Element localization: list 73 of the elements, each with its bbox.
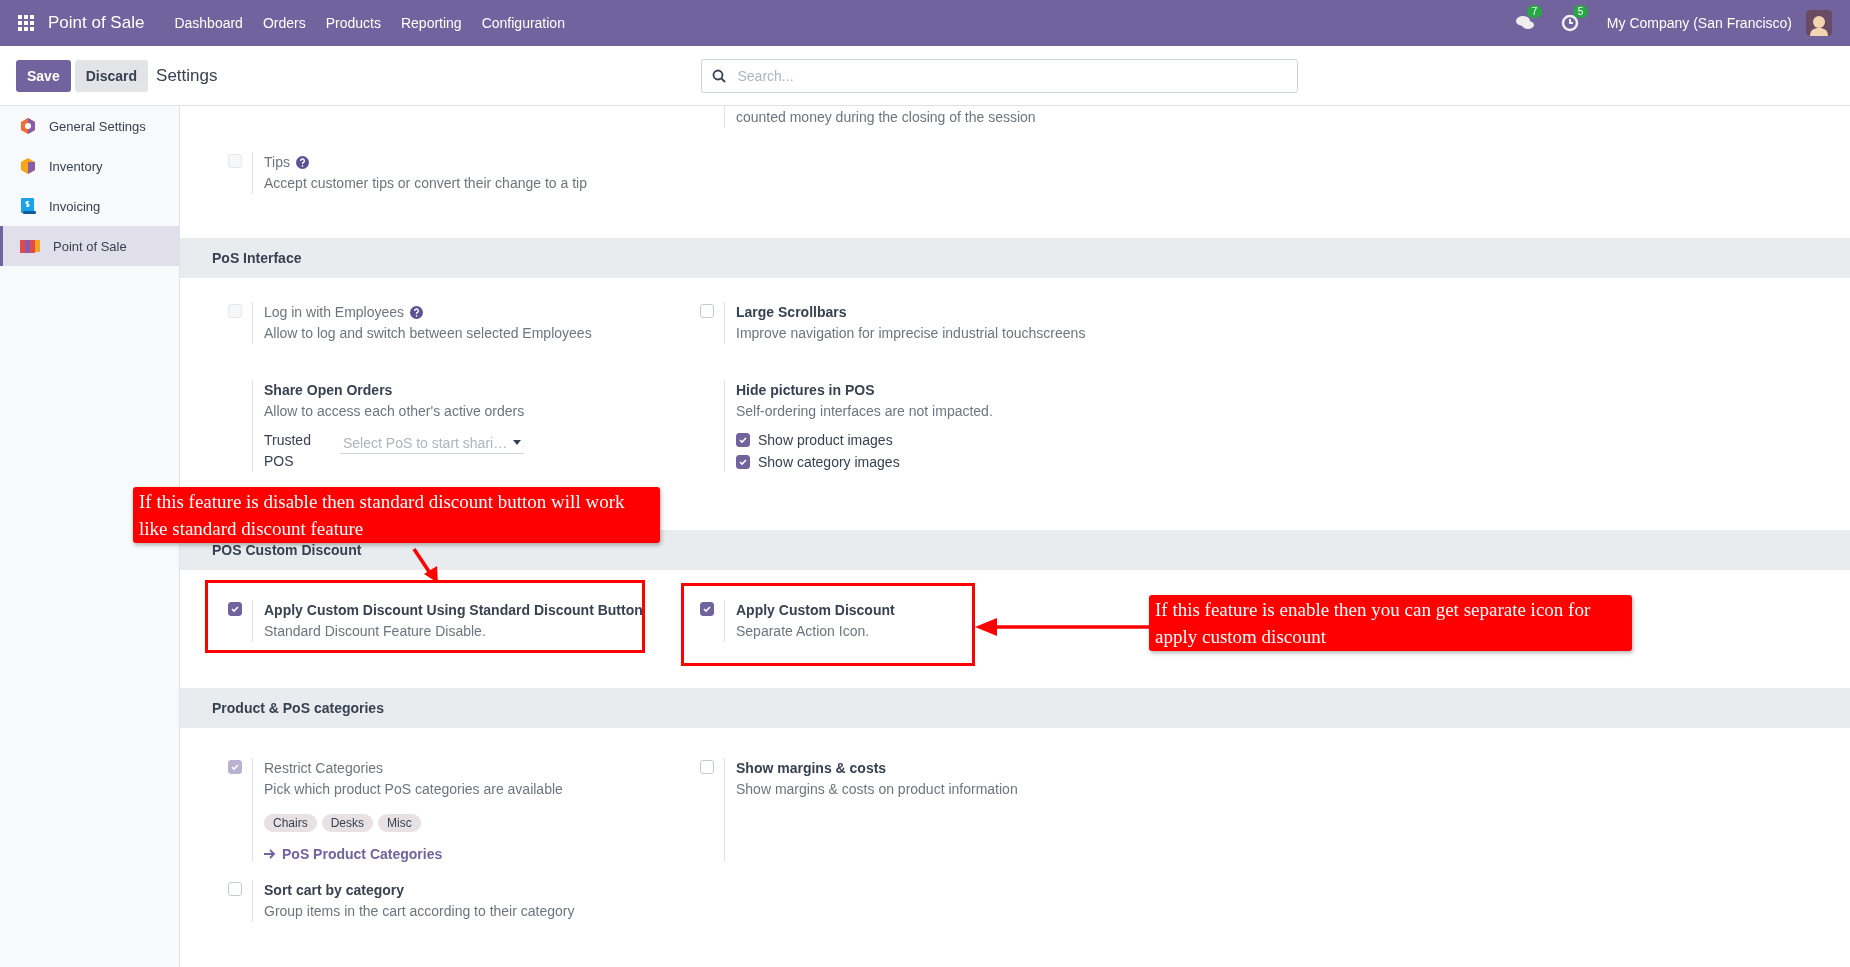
- chat-icon[interactable]: [1514, 15, 1535, 31]
- sidebar-item[interactable]: Point of Sale: [0, 226, 179, 266]
- checkbox[interactable]: [736, 433, 750, 447]
- setting-label: Restrict Categories: [264, 759, 384, 778]
- save-button[interactable]: Save: [16, 59, 71, 92]
- checkmark-icon: [738, 435, 748, 445]
- setting-description: Allow to access each other's active orders: [264, 402, 525, 421]
- field-label: Trusted POS: [264, 431, 312, 471]
- setting-description: Pick which product PoS categories are available: [264, 780, 563, 799]
- checkmark-icon: [738, 457, 748, 467]
- setting-description: Standard Discount Feature Disable.: [264, 622, 487, 641]
- caret-icon: [513, 440, 521, 445]
- menu-item[interactable]: Products: [315, 15, 391, 31]
- option-label: Show category images: [758, 454, 900, 470]
- checkmark-icon: [230, 762, 240, 772]
- menu-item[interactable]: Configuration: [471, 15, 575, 31]
- arrow-icon: [264, 849, 276, 859]
- discard-button[interactable]: Discard: [74, 59, 149, 92]
- setting-label: Show margins & costs: [736, 759, 887, 778]
- category-tag: Desks: [321, 814, 374, 832]
- shop-icon: [19, 237, 41, 255]
- category-tag: Misc: [378, 814, 421, 832]
- annotation-callout: If this feature is enable then you can get separate icon for apply custom discount: [1149, 595, 1632, 651]
- checkbox[interactable]: [700, 602, 714, 616]
- company-name[interactable]: My Company (San Francisco): [1606, 15, 1792, 31]
- menu-item[interactable]: Dashboard: [164, 15, 253, 31]
- notification-badge: 5: [1572, 5, 1589, 18]
- setting-description: Group items in the cart according to their category: [264, 902, 575, 921]
- checkbox[interactable]: [228, 602, 242, 616]
- setting-label: Sort cart by category: [264, 881, 405, 900]
- breadcrumb: Settings: [156, 65, 218, 86]
- clock-icon[interactable]: [1560, 14, 1579, 32]
- setting-label: Large Scrollbars: [736, 303, 847, 322]
- setting-description: Improve navigation for imprecise industrial touchscreens: [736, 324, 1086, 343]
- box-icon: [19, 157, 37, 175]
- menu-item[interactable]: Reporting: [390, 15, 472, 31]
- checkbox[interactable]: [228, 882, 242, 896]
- invoice-icon: [19, 197, 37, 215]
- menu-item[interactable]: Orders: [252, 15, 316, 31]
- setting-label: Apply Custom Discount: [736, 601, 895, 620]
- setting-description: Show margins & costs on product information: [736, 780, 1018, 799]
- help-icon: [295, 155, 309, 169]
- setting-description: Allow to log and switch between selected Employees: [264, 324, 592, 343]
- setting-label: Hide pictures in POS: [736, 381, 875, 400]
- annotation-arrow: [412, 548, 438, 583]
- setting-description: Self-ordering interfaces are not impacted.: [736, 402, 993, 421]
- option-label: Show product images: [758, 432, 893, 448]
- section-header: PoS Interface: [180, 238, 1850, 278]
- sidebar-item[interactable]: Inventory: [0, 146, 179, 186]
- setting-description: Accept customer tips or convert their change to a tip: [264, 174, 587, 193]
- category-tag: Chairs: [264, 814, 317, 832]
- app-title[interactable]: Point of Sale: [48, 13, 145, 33]
- sidebar-item[interactable]: Invoicing: [0, 186, 179, 226]
- checkmark-icon: [230, 604, 240, 614]
- setting-label: Log in with Employees: [264, 303, 405, 322]
- apps-menu-icon[interactable]: [18, 15, 34, 31]
- notification-badge: 7: [1526, 5, 1543, 18]
- search-field[interactable]: Search...: [700, 58, 1298, 93]
- sidebar-item[interactable]: General Settings: [0, 106, 179, 146]
- user-avatar[interactable]: [1806, 10, 1832, 36]
- setting-description: counted money during the closing of the session: [736, 108, 1036, 127]
- checkbox[interactable]: [700, 304, 714, 318]
- setting-description: Separate Action Icon.: [736, 622, 871, 641]
- checkbox[interactable]: [736, 455, 750, 469]
- checkbox[interactable]: [700, 760, 714, 774]
- checkmark-icon: [702, 604, 712, 614]
- setting-label: Share Open Orders: [264, 381, 393, 400]
- hexagon-icon: [19, 117, 37, 135]
- section-header: Product & PoS categories: [180, 688, 1850, 728]
- setting-label: Apply Custom Discount Using Standard Discount Button: [264, 601, 643, 620]
- setting-label: Tips: [264, 153, 290, 172]
- help-icon: [410, 305, 424, 319]
- search-icon: [711, 68, 726, 83]
